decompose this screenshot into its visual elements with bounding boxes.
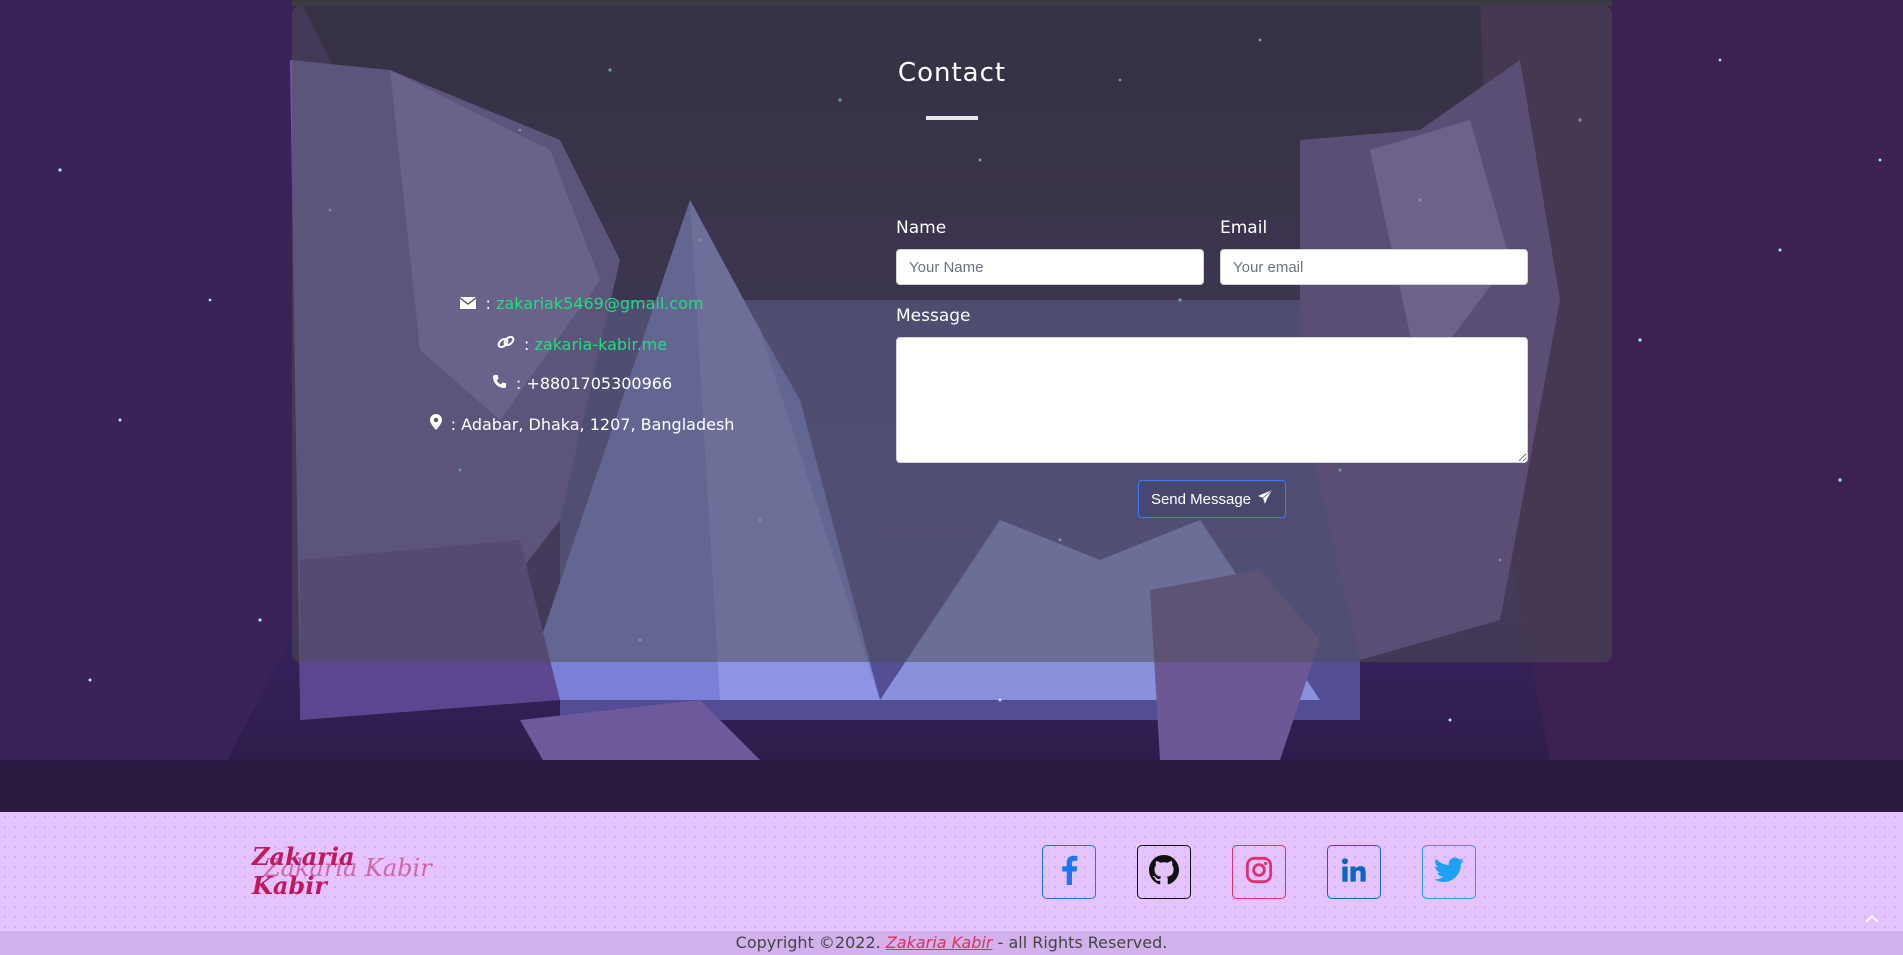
twitter-button[interactable]: [1422, 845, 1476, 899]
instagram-button[interactable]: [1232, 845, 1286, 899]
name-label: Name: [896, 218, 947, 238]
map-marker-icon: [429, 414, 442, 434]
message-label: Message: [896, 306, 971, 326]
contact-address-row: : Adabar, Dhaka, 1207, Bangladesh: [392, 414, 772, 434]
twitter-icon: [1434, 857, 1464, 887]
copyright-bar: Copyright ©2022. Zakaria Kabir - all Rig…: [0, 931, 1903, 955]
instagram-icon: [1245, 856, 1273, 888]
copyright-prefix: Copyright ©2022.: [735, 933, 881, 952]
footer: Zakaria Kabir Zakaria Kabir: [0, 812, 1903, 931]
chevron-up-icon: [1865, 912, 1879, 928]
email-label: Email: [1220, 218, 1268, 238]
send-message-label: Send Message: [1150, 490, 1252, 508]
linkedin-icon: [1340, 856, 1368, 888]
logo-text-shadow: Zakaria Kabir: [264, 854, 432, 882]
send-message-button[interactable]: Send Message: [1138, 480, 1286, 518]
separator: :: [524, 335, 530, 354]
facebook-button[interactable]: [1042, 845, 1096, 899]
message-textarea[interactable]: [896, 337, 1528, 463]
contact-email-row: : zakariak5469@gmail.com: [392, 294, 772, 313]
contact-phone-row: : +8801705300966: [392, 374, 772, 393]
phone-number: +8801705300966: [526, 374, 673, 393]
separator: :: [515, 374, 522, 393]
footer-logo[interactable]: Zakaria Kabir Zakaria Kabir: [252, 842, 432, 900]
facebook-icon: [1057, 855, 1081, 889]
back-to-top-button[interactable]: [1865, 912, 1885, 932]
page-title: Contact: [897, 58, 1007, 88]
separator: :: [485, 294, 491, 313]
contact-panel: Contact : zakariak5469@gmail.com : zakar…: [292, 6, 1612, 662]
website-link[interactable]: zakaria-kabir.me: [534, 335, 667, 354]
phone-icon: [492, 374, 507, 393]
name-input[interactable]: [896, 249, 1204, 285]
envelope-icon: [460, 294, 477, 313]
copyright-author-link[interactable]: Zakaria Kabir: [886, 933, 993, 952]
github-icon: [1149, 855, 1179, 889]
linkedin-button[interactable]: [1327, 845, 1381, 899]
paper-plane-icon: [1257, 489, 1273, 509]
copyright-suffix: - all Rights Reserved.: [997, 933, 1168, 952]
contact-website-row: : zakaria-kabir.me: [392, 334, 772, 354]
github-button[interactable]: [1137, 845, 1191, 899]
title-underline: [926, 116, 978, 120]
separator: :: [450, 415, 457, 434]
link-icon: [497, 334, 515, 354]
email-input[interactable]: [1220, 249, 1528, 285]
email-link[interactable]: zakariak5469@gmail.com: [496, 294, 704, 313]
address-text: Adabar, Dhaka, 1207, Bangladesh: [461, 415, 735, 434]
